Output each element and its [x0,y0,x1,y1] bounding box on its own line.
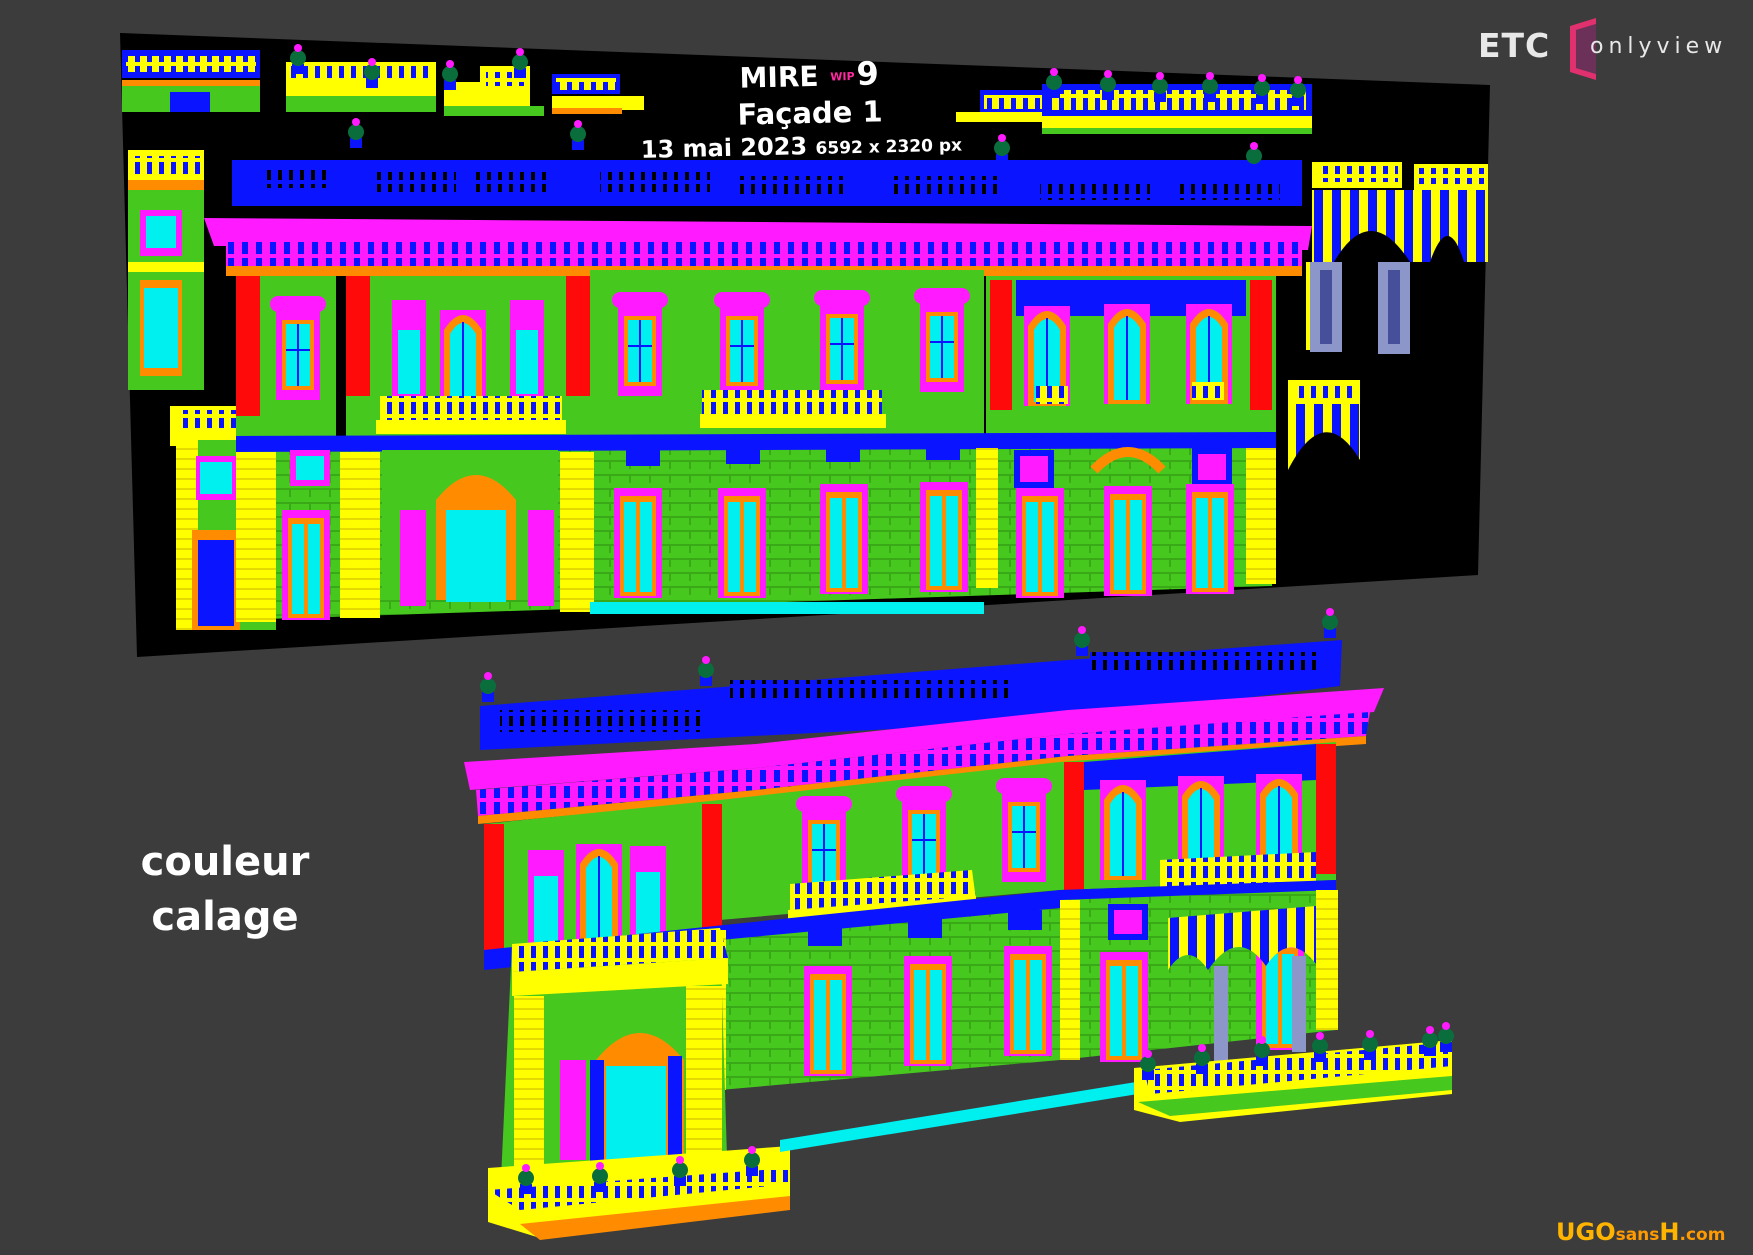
brand-logo: ETC onlyview [1478,18,1743,88]
mire-title-line: MIRE WIP9 [699,54,920,98]
watermark-h: H [1659,1218,1680,1246]
mire-facade: Façade 1 [737,94,883,132]
watermark-sans: sans [1615,1225,1660,1245]
scene-illustration [120,33,1490,1240]
watermark-ugo: UGO [1556,1218,1616,1246]
watermark-com: .com [1679,1225,1726,1245]
brand-onlyview-text: onlyview [1590,34,1728,59]
mire-resolution: 6592 x 2320 px [815,135,963,159]
caption: couleur calage [125,835,325,945]
mire-wip: WIP [830,69,855,84]
mire-title: MIRE [739,59,819,95]
caption-line-2: calage [151,894,299,940]
mire-number: 9 [856,54,880,93]
watermark: UGOsansH.com [1556,1218,1725,1246]
brand-etc-text: ETC [1478,26,1551,65]
mire-title-block: MIRE WIP9 Façade 1 13 mai 2023 6592 x 23… [641,54,963,167]
mire-date-line: 13 mai 2023 6592 x 2320 px [640,128,963,167]
mire-date: 13 mai 2023 [640,132,808,164]
caption-line-1: couleur [140,839,310,885]
